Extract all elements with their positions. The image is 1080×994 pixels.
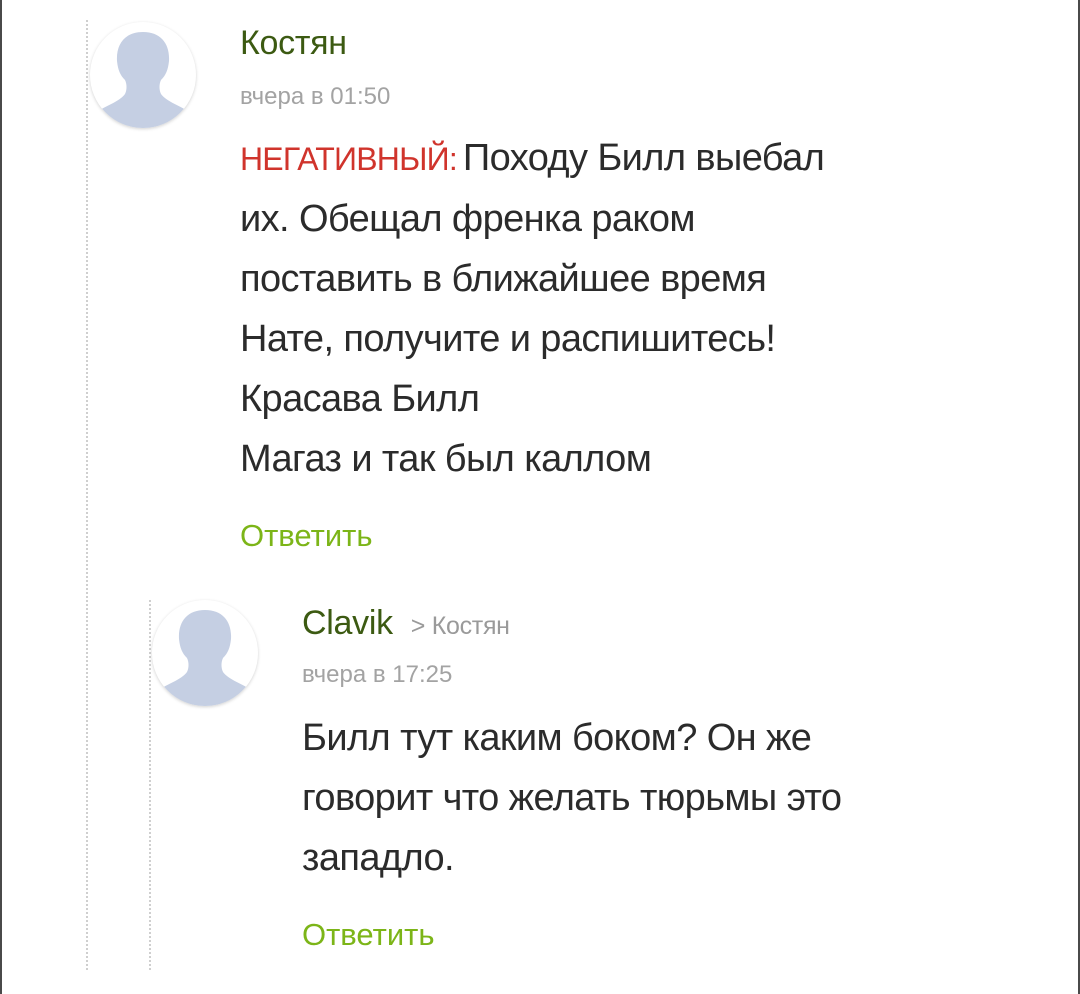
comment-line: говорит что желать тюрьмы это bbox=[302, 777, 842, 819]
comment-text: НЕГАТИВНЫЙ: Походу Билл выебал их. Обещал… bbox=[240, 128, 825, 489]
comment-line: западло. bbox=[302, 837, 455, 879]
comment-line: Магаз и так был каллом bbox=[240, 438, 652, 480]
comment-author[interactable]: Костян bbox=[240, 24, 347, 63]
screen-edge-left bbox=[0, 0, 2, 994]
comment-line: НЕГАТИВНЫЙ: Походу Билл выебал bbox=[240, 128, 825, 189]
thread-line bbox=[86, 20, 88, 970]
comment-timestamp: вчера в 01:50 bbox=[240, 83, 391, 110]
reply-button[interactable]: Ответить bbox=[302, 917, 435, 953]
comment-line: Нате, получите и распишитесь! bbox=[240, 318, 776, 360]
comment-line: поставить в ближайшее время bbox=[240, 258, 767, 300]
avatar[interactable] bbox=[152, 600, 258, 706]
avatar[interactable] bbox=[90, 22, 196, 128]
comment-line-text: Походу Билл выебал bbox=[462, 137, 825, 179]
reply-button[interactable]: Ответить bbox=[240, 518, 373, 554]
comment-text: Билл тут каким боком? Он же говорит что … bbox=[302, 708, 842, 888]
thread-line bbox=[149, 600, 151, 970]
default-user-silhouette-icon bbox=[159, 610, 251, 706]
comment-author: Clavik > Костян bbox=[302, 604, 510, 643]
default-user-silhouette-icon bbox=[97, 32, 189, 128]
comment-author-name[interactable]: Clavik bbox=[302, 604, 393, 642]
comment-timestamp: вчера в 17:25 bbox=[302, 661, 453, 688]
reply-to-link[interactable]: > Костян bbox=[411, 612, 510, 640]
comment-line: Красава Билл bbox=[240, 378, 480, 420]
comment-line: Билл тут каким боком? Он же bbox=[302, 717, 812, 759]
comment-line: их. Обещал френка раком bbox=[240, 198, 696, 240]
sentiment-badge: НЕГАТИВНЫЙ: bbox=[240, 141, 458, 177]
